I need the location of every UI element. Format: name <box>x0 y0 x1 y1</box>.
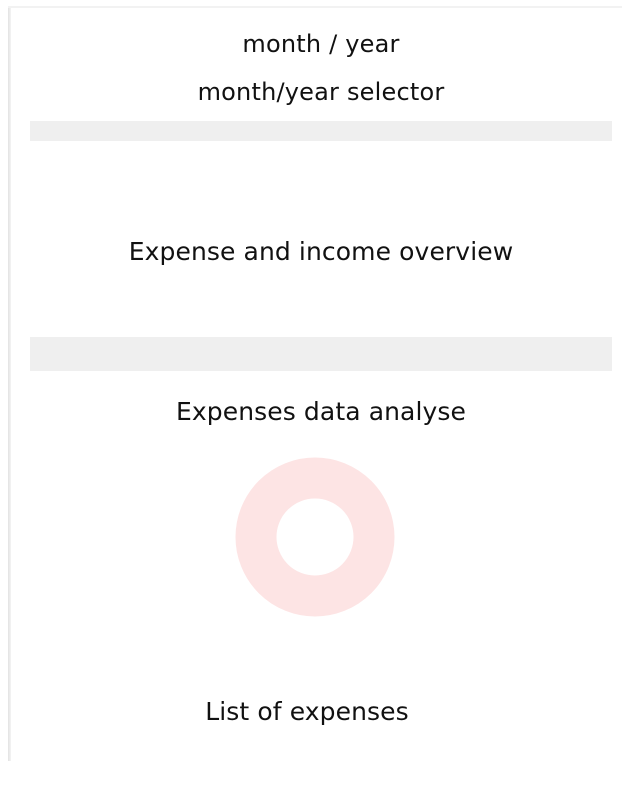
month-year-selector[interactable]: month/year selector <box>30 66 612 118</box>
frame-top-border <box>8 6 622 8</box>
section-divider <box>30 121 612 141</box>
donut-ring <box>235 457 395 617</box>
frame-left-border <box>8 8 11 798</box>
expense-income-overview: Expense and income overview <box>30 141 612 337</box>
overview-label: Expense and income overview <box>128 236 514 266</box>
expenses-list-title[interactable]: List of expenses <box>30 697 584 726</box>
month-year-header: month / year month/year selector <box>30 22 612 122</box>
section-divider <box>30 337 612 371</box>
period-label: month / year <box>242 30 400 58</box>
expenses-donut-chart[interactable] <box>235 457 395 617</box>
app-frame: month / year month/year selector Expense… <box>0 0 622 798</box>
frame-bottom <box>8 761 622 798</box>
analysis-title: Expenses data analyse <box>175 397 467 426</box>
expenses-analysis-section: Expenses data analyse List of expenses <box>30 371 612 761</box>
